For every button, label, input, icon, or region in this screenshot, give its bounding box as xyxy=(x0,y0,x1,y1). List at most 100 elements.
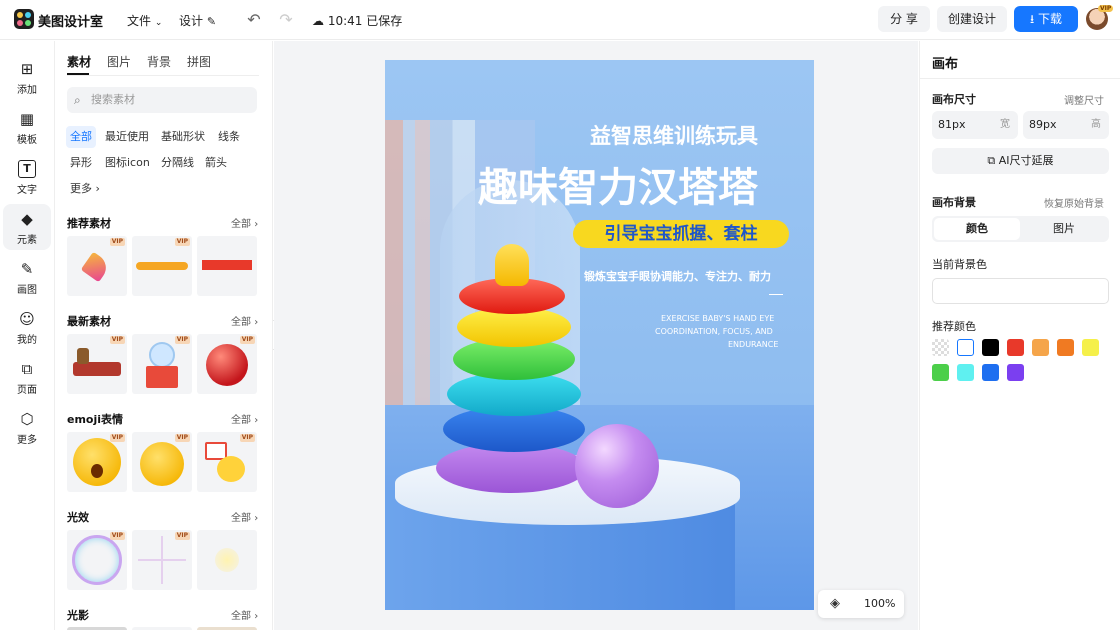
swatch-white[interactable] xyxy=(957,339,974,356)
material-tile-glow[interactable] xyxy=(197,530,257,590)
chip-irregular[interactable]: 异形 xyxy=(66,152,96,174)
chip-more[interactable]: 更多 › xyxy=(66,178,104,200)
material-tile-sleigh[interactable]: VIP xyxy=(67,334,127,394)
nav-text[interactable]: T 文字 xyxy=(0,154,54,200)
swatch-red[interactable] xyxy=(1007,339,1024,356)
design-menu-label: 设计 xyxy=(179,14,204,28)
save-status: ☁ 10:41 已保存 xyxy=(312,12,402,29)
nav-label: 我的 xyxy=(17,335,37,346)
section-all-label: 全部 xyxy=(231,219,251,230)
glow-shape xyxy=(215,548,239,572)
swatch-yellow[interactable] xyxy=(1082,339,1099,356)
adjust-size-link[interactable]: 调整尺寸 xyxy=(1064,92,1104,107)
mouth-shape xyxy=(91,464,103,478)
material-tile-party-popper[interactable]: VIP xyxy=(67,236,127,296)
zoom-level[interactable]: 100% xyxy=(864,597,895,610)
tab-backgrounds[interactable]: 背景 xyxy=(147,53,171,70)
height-field[interactable]: 89px 高 xyxy=(1023,111,1109,139)
material-tile-sparkle[interactable]: VIP xyxy=(132,530,192,590)
search-input[interactable]: ⌕ 搜索素材 xyxy=(67,87,257,113)
design-menu[interactable]: 设计 ✎ xyxy=(179,12,216,29)
nav-template[interactable]: ▦ 模板 xyxy=(0,104,54,150)
section-all-link[interactable]: 全部 › xyxy=(231,215,258,230)
section-all-link[interactable]: 全部 › xyxy=(231,411,258,426)
template-grid-icon: ▦ xyxy=(19,110,35,128)
swatch-transparent[interactable] xyxy=(932,339,949,356)
poster-subtitle[interactable]: 益智思维训练玩具 xyxy=(590,120,758,150)
swatch-light-orange[interactable] xyxy=(1032,339,1049,356)
vip-badge: VIP xyxy=(239,434,255,442)
poster-banner[interactable]: 引导宝宝抓握、套柱 xyxy=(573,220,789,248)
panel-title: 画布 xyxy=(932,57,959,72)
undo-icon[interactable]: ↶ xyxy=(244,10,264,30)
share-button[interactable]: 分 享 xyxy=(878,6,930,32)
material-tile-gift-globe[interactable]: VIP xyxy=(132,334,192,394)
current-bg-color-field[interactable] xyxy=(932,278,1109,304)
tab-materials[interactable]: 素材 xyxy=(67,53,91,70)
material-tile-bubble[interactable]: VIP xyxy=(67,530,127,590)
seg-color[interactable]: 颜色 xyxy=(934,218,1020,240)
app-brand-name[interactable]: 美图设计室 xyxy=(38,11,103,30)
ai-resize-button[interactable]: ⧉ AI尺寸延展 xyxy=(932,148,1109,174)
swatch-cyan[interactable] xyxy=(957,364,974,381)
poster-desc-cn[interactable]: 锻炼宝宝手眼协调能力、专注力、耐力 xyxy=(584,268,771,284)
app-logo-icon[interactable] xyxy=(14,9,34,29)
chip-icons[interactable]: 图标icon xyxy=(101,152,154,174)
poster-desc-en-2[interactable]: COORDINATION, FOCUS, AND xyxy=(655,327,773,336)
chip-dividers[interactable]: 分隔线 xyxy=(157,152,198,174)
material-tile-emoji-sign[interactable]: VIP xyxy=(197,432,257,492)
tab-images[interactable]: 图片 xyxy=(107,53,131,70)
material-tile-emoji-thinking[interactable]: VIP xyxy=(132,432,192,492)
material-tile-red-bar[interactable] xyxy=(197,236,257,296)
chip-basic-shapes[interactable]: 基础形状 xyxy=(157,126,209,148)
nav-add[interactable]: ⊞ 添加 xyxy=(0,54,54,100)
material-tile-apple[interactable]: VIP xyxy=(197,334,257,394)
shocked-face-icon xyxy=(73,438,121,486)
redo-icon[interactable]: ↷ xyxy=(276,10,296,30)
layers-icon[interactable]: ◈ xyxy=(830,596,840,611)
section-all-link[interactable]: 全部 › xyxy=(231,509,258,524)
nav-mine[interactable]: ☺ 我的 xyxy=(0,304,54,350)
section-all-link[interactable]: 全部 › xyxy=(231,607,258,622)
seg-image[interactable]: 图片 xyxy=(1021,218,1107,240)
swatch-blue[interactable] xyxy=(982,364,999,381)
active-tab-indicator xyxy=(67,73,89,75)
create-design-button[interactable]: 创建设计 xyxy=(937,6,1007,32)
chevron-down-icon: ⌄ xyxy=(154,18,163,28)
height-value: 89px xyxy=(1029,118,1057,131)
nav-label: 文字 xyxy=(17,185,37,196)
download-button[interactable]: ⭳ 下载 xyxy=(1014,6,1078,32)
chip-lines[interactable]: 线条 xyxy=(214,126,244,148)
nav-page[interactable]: ⧉ 页面 xyxy=(0,354,54,400)
chip-arrows[interactable]: 箭头 xyxy=(201,152,231,174)
chip-recent[interactable]: 最近使用 xyxy=(101,126,153,148)
nav-more[interactable]: ⬡ 更多 xyxy=(0,404,54,450)
material-tile-emoji-shocked[interactable]: VIP xyxy=(67,432,127,492)
chevron-right-icon: › xyxy=(254,513,259,524)
chip-all[interactable]: 全部 xyxy=(66,126,96,148)
swatch-green[interactable] xyxy=(932,364,949,381)
design-canvas[interactable]: 益智思维训练玩具 趣味智力汉塔塔 引导宝宝抓握、套柱 锻炼宝宝手眼协调能力、专注… xyxy=(385,60,814,610)
ai-resize-label: AI尺寸延展 xyxy=(998,154,1054,167)
tab-collage[interactable]: 拼图 xyxy=(187,53,211,70)
chevron-right-icon: › xyxy=(254,219,259,230)
swatch-black[interactable] xyxy=(982,339,999,356)
material-tile-brush-stroke[interactable]: VIP xyxy=(132,236,192,296)
file-menu[interactable]: 文件 ⌄ xyxy=(127,12,162,29)
reindeer-icon xyxy=(77,348,89,364)
poster-desc-en-1[interactable]: EXERCISE BABY'S HAND EYE xyxy=(661,314,774,323)
width-field[interactable]: 81px 宽 xyxy=(932,111,1018,139)
poster-title[interactable]: 趣味智力汉塔塔 xyxy=(478,155,758,213)
download-label: 下载 xyxy=(1038,12,1063,26)
poster-desc-en-3[interactable]: ENDURANCE xyxy=(728,340,778,349)
section-all-label: 全部 xyxy=(231,317,251,328)
restore-bg-link[interactable]: 恢复原始背景 xyxy=(1044,195,1104,210)
current-bg-label: 当前背景色 xyxy=(932,258,987,271)
nav-element[interactable]: ◆ 元素 xyxy=(3,204,51,250)
swatch-purple[interactable] xyxy=(1007,364,1024,381)
swatch-orange[interactable] xyxy=(1057,339,1074,356)
section-all-link[interactable]: 全部 › xyxy=(231,313,258,328)
nav-draw[interactable]: ✎ 画图 xyxy=(0,254,54,300)
sleigh-icon xyxy=(73,362,121,376)
chick-face-icon xyxy=(217,456,245,482)
